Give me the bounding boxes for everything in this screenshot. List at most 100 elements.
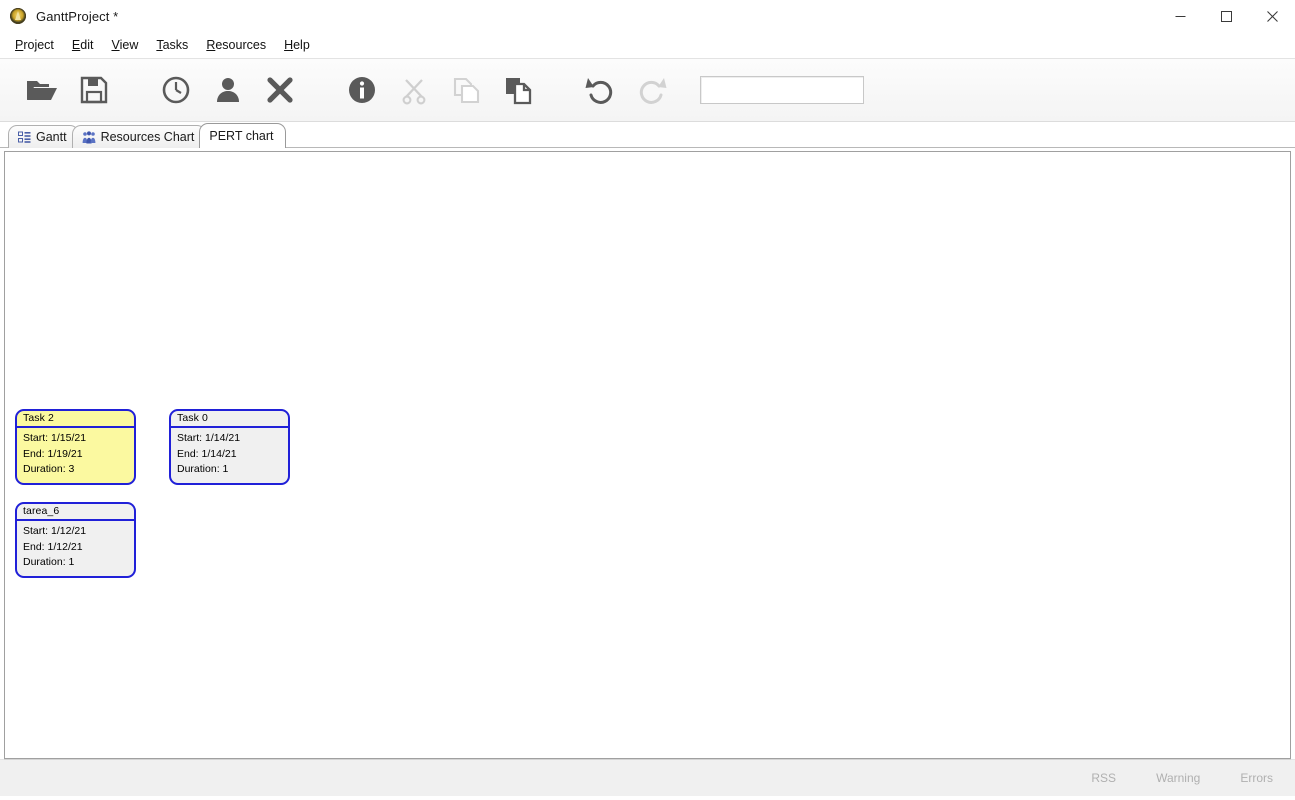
start-label: Start: <box>23 525 49 537</box>
tab-pert-chart-label: PERT chart <box>209 129 274 143</box>
menu-resources[interactable]: Resources <box>197 35 275 55</box>
end-value: 1/19/21 <box>47 447 83 460</box>
resources-people-icon <box>82 130 96 144</box>
gantt-list-icon <box>18 131 31 144</box>
status-bar: RSS Warning Errors <box>0 759 1295 796</box>
end-value: 1/14/21 <box>201 447 237 460</box>
copy-button[interactable] <box>440 65 492 115</box>
redo-icon <box>639 78 667 104</box>
duration-label: Duration: <box>177 463 220 475</box>
tab-gantt[interactable]: Gantt <box>8 125 79 148</box>
close-button[interactable] <box>1249 0 1295 32</box>
menu-help-label: elp <box>293 38 310 52</box>
pert-node-details: Start: 1/15/21 End: 1/19/21 Duration: 3 <box>17 428 134 475</box>
start-value: 1/15/21 <box>51 432 87 444</box>
pert-node-start: Start: 1/15/21 <box>23 433 134 444</box>
clock-new-task-icon <box>162 76 190 104</box>
maximize-icon <box>1220 10 1232 22</box>
menu-resources-mnemonic: R <box>206 38 216 52</box>
start-value: 1/14/21 <box>205 432 241 444</box>
duration-label: Duration: <box>23 463 66 475</box>
task-properties-button[interactable] <box>336 65 388 115</box>
pert-node-tarea-6[interactable]: tarea_6 Start: 1/12/21 End: 1/12/21 Dura… <box>15 502 136 578</box>
minimize-icon <box>1175 15 1185 17</box>
undo-icon <box>585 78 613 104</box>
ganttproject-logo-icon <box>10 8 26 24</box>
delete-button[interactable] <box>254 65 306 115</box>
pert-node-title: Task 0 <box>171 411 288 428</box>
undo-button[interactable] <box>574 65 626 115</box>
pert-node-details: Start: 1/12/21 End: 1/12/21 Duration: 1 <box>17 521 134 568</box>
pert-node-details: Start: 1/14/21 End: 1/14/21 Duration: 1 <box>171 428 288 475</box>
redo-button[interactable] <box>626 65 678 115</box>
menu-help-mnemonic: H <box>284 38 294 52</box>
pert-chart-canvas[interactable]: Task 2 Start: 1/15/21 End: 1/19/21 Durat… <box>5 152 1290 758</box>
new-task-button[interactable] <box>150 65 202 115</box>
pert-node-start: Start: 1/12/21 <box>23 526 134 537</box>
start-label: Start: <box>23 432 49 444</box>
search-input[interactable] <box>700 76 864 104</box>
view-tabs: Gantt Resources Chart PERT chart <box>0 122 1295 148</box>
menu-edit-mnemonic: E <box>71 38 81 52</box>
menu-tasks[interactable]: Tasks <box>147 35 197 55</box>
pert-node-duration: Duration: 3 <box>23 464 134 475</box>
info-properties-icon <box>349 77 375 103</box>
menu-project-label: roject <box>23 38 54 52</box>
menu-view-mnemonic: V <box>111 38 120 52</box>
pert-node-duration: Duration: 1 <box>23 557 134 568</box>
duration-value: 1 <box>222 463 229 475</box>
paste-button[interactable] <box>492 65 544 115</box>
tab-gantt-label: Gantt <box>36 130 67 144</box>
cut-button[interactable] <box>388 65 440 115</box>
duration-value: 3 <box>68 463 75 475</box>
save-project-button[interactable] <box>68 65 120 115</box>
paste-icon <box>506 78 532 105</box>
cut-scissors-icon <box>402 79 426 105</box>
start-label: Start: <box>177 432 203 444</box>
pert-node-end: End: 1/19/21 <box>23 447 134 460</box>
minimize-button[interactable] <box>1157 0 1203 32</box>
window-title: GanttProject * <box>36 8 119 24</box>
tab-resources-chart-label: Resources Chart <box>100 130 195 144</box>
menu-bar: Project Edit View Tasks Resources Help <box>0 32 1295 59</box>
menu-help[interactable]: Help <box>275 35 319 55</box>
status-errors[interactable]: Errors <box>1240 771 1273 785</box>
new-resource-button[interactable] <box>202 65 254 115</box>
person-new-resource-icon <box>217 78 239 102</box>
duration-label: Duration: <box>23 556 66 568</box>
toolbar <box>0 59 1295 122</box>
pert-node-start: Start: 1/14/21 <box>177 433 288 444</box>
pert-node-task-2[interactable]: Task 2 Start: 1/15/21 End: 1/19/21 Durat… <box>15 409 136 485</box>
open-folder-icon <box>27 81 57 100</box>
duration-value: 1 <box>68 556 75 568</box>
pert-node-duration: Duration: 1 <box>177 464 288 475</box>
status-warning[interactable]: Warning <box>1156 771 1200 785</box>
tab-pert-chart[interactable]: PERT chart <box>199 123 286 148</box>
menu-view[interactable]: View <box>102 35 147 55</box>
menu-project[interactable]: Project <box>6 35 63 55</box>
title-bar: GanttProject * <box>0 0 1295 32</box>
end-label: End: <box>23 447 45 460</box>
end-value: 1/12/21 <box>47 540 83 553</box>
pert-node-end: End: 1/12/21 <box>23 540 134 553</box>
end-label: End: <box>23 540 45 553</box>
tab-resources-chart[interactable]: Resources Chart <box>71 125 207 148</box>
pert-node-task-0[interactable]: Task 0 Start: 1/14/21 End: 1/14/21 Durat… <box>169 409 290 485</box>
copy-icon <box>453 77 480 104</box>
pert-node-title: tarea_6 <box>17 504 134 521</box>
open-project-button[interactable] <box>16 65 68 115</box>
menu-resources-label: esources <box>215 38 267 52</box>
menu-edit-label: dit <box>80 38 94 52</box>
close-icon <box>1266 10 1278 22</box>
menu-edit[interactable]: Edit <box>63 35 103 55</box>
window-controls <box>1157 0 1295 32</box>
start-value: 1/12/21 <box>51 525 87 537</box>
delete-x-icon <box>267 77 293 103</box>
pert-chart-panel[interactable]: Task 2 Start: 1/15/21 End: 1/19/21 Durat… <box>4 151 1291 759</box>
pert-node-title: Task 2 <box>17 411 134 428</box>
status-rss[interactable]: RSS <box>1091 771 1116 785</box>
save-floppy-icon <box>80 76 108 104</box>
end-label: End: <box>177 447 199 460</box>
menu-view-label: iew <box>119 38 139 52</box>
maximize-button[interactable] <box>1203 0 1249 32</box>
